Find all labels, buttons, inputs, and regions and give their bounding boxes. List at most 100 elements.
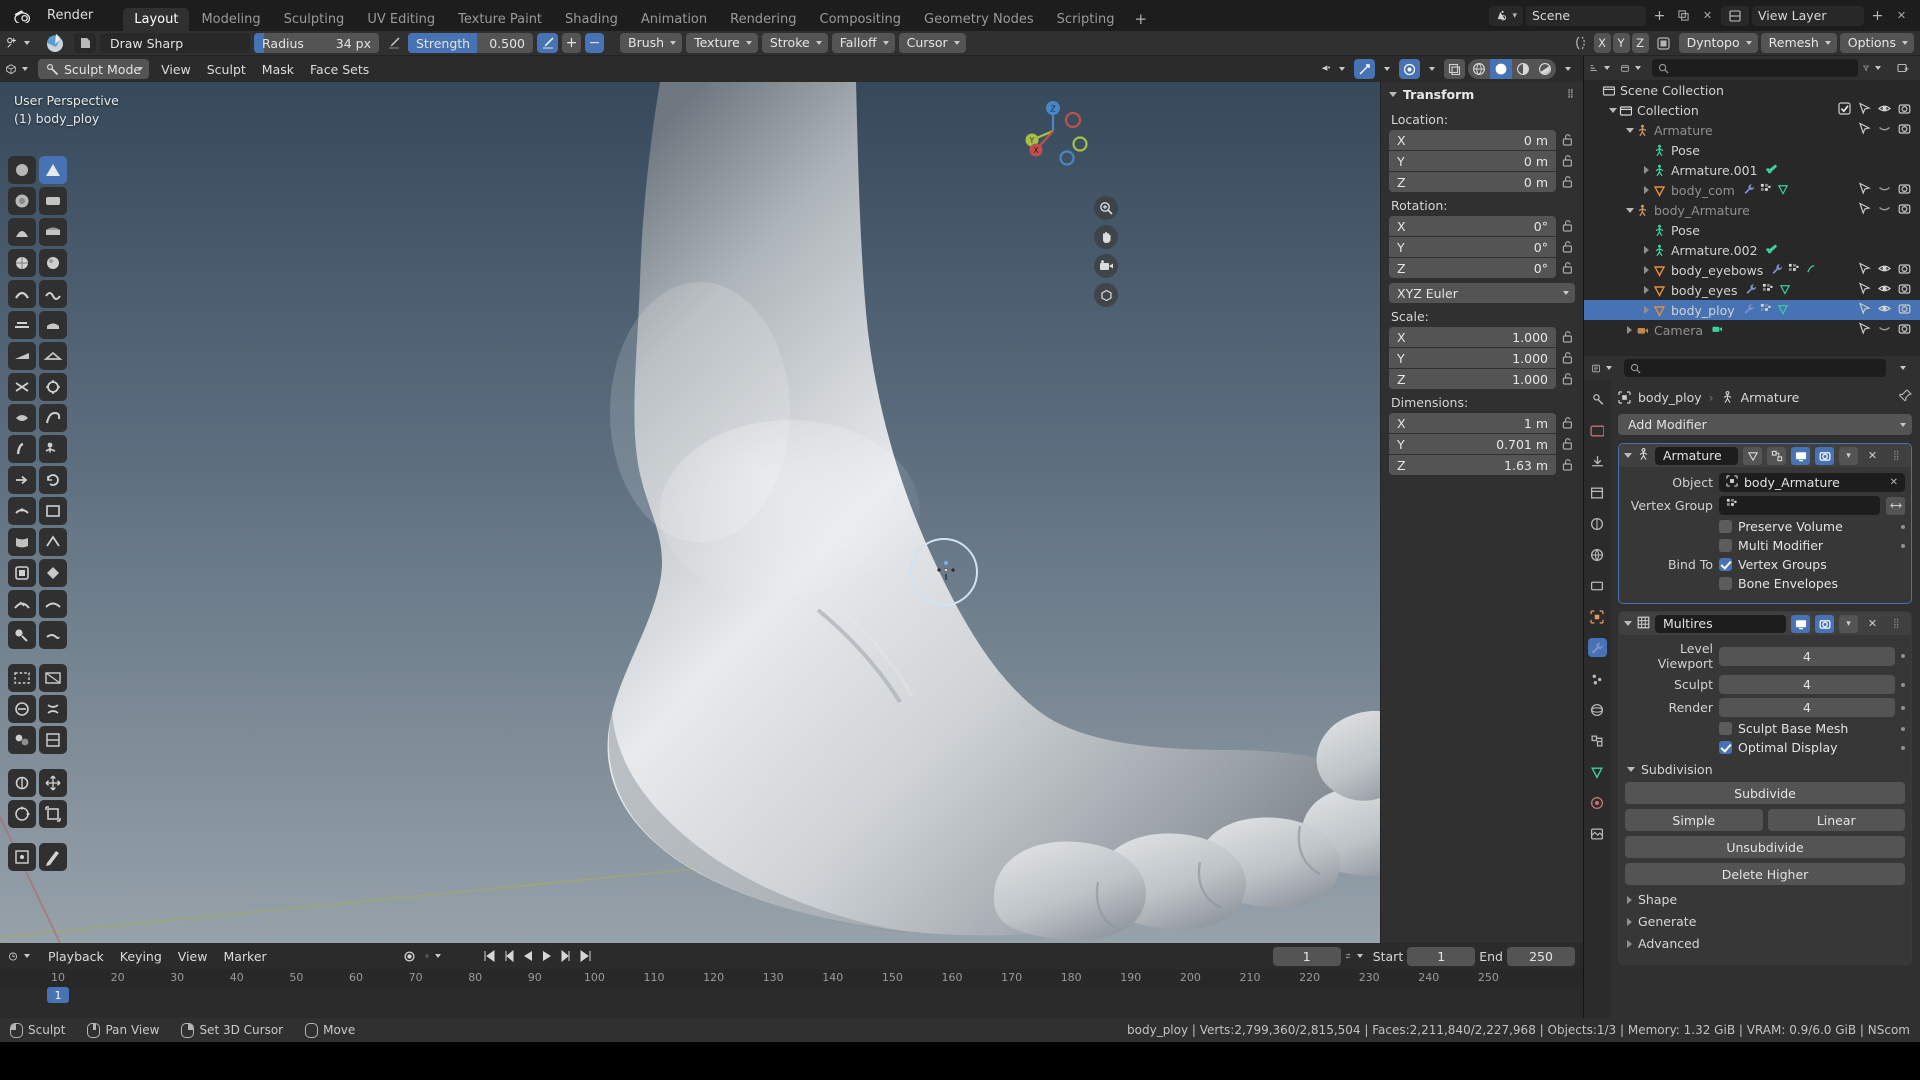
camera-icon[interactable] [1898, 322, 1911, 338]
tool-snake-hook[interactable] [39, 404, 67, 432]
breadcrumb-modifier-name[interactable]: Armature [1741, 390, 1800, 405]
view-layer-selector[interactable] [1721, 5, 1749, 26]
cursor-select-icon[interactable] [1858, 302, 1871, 318]
render-display-icon[interactable] [1815, 446, 1834, 465]
blender-logo-icon[interactable] [10, 6, 36, 26]
tool-draw-face-sets[interactable] [39, 559, 67, 587]
remesh-popover[interactable]: Remesh [1760, 33, 1837, 53]
shapekey-icon[interactable] [1805, 263, 1817, 278]
location-z-field[interactable]: Z 0 m [1389, 172, 1556, 192]
outliner-row[interactable]: Armature.002 [1584, 240, 1920, 260]
timeline-ruler[interactable]: 10 20 30 40 50 60 70 80 90 100 110 120 130 140 150 160 1… [0, 969, 1583, 989]
eye-closed-icon[interactable] [1878, 182, 1891, 198]
brush-strength-slider[interactable]: Strength 0.500 [408, 33, 533, 53]
unlocked-padlock-icon[interactable] [1561, 372, 1575, 386]
tab-rendering[interactable]: Rendering [719, 8, 807, 31]
properties-tab-texture-tab[interactable] [1588, 824, 1607, 843]
proportional-falloff-dropdown[interactable] [1423, 59, 1441, 79]
snap-magnet-icon[interactable] [1354, 59, 1375, 79]
viewport-menu-view[interactable]: View [153, 60, 199, 79]
animate-property-dot[interactable] [1901, 524, 1905, 529]
transform-panel-header[interactable]: Transform ⣿ [1381, 82, 1583, 106]
modifier-wrench-icon[interactable] [1743, 303, 1755, 318]
realtime-display-icon[interactable] [1791, 446, 1810, 465]
tool-fill[interactable] [39, 311, 67, 339]
tab-texture-paint[interactable]: Texture Paint [447, 8, 553, 31]
tool-blob[interactable] [39, 249, 67, 277]
field-vertex-group-selector[interactable] [1719, 496, 1880, 515]
auto-keying-record-icon[interactable] [399, 946, 420, 966]
pan-hand-icon[interactable] [1094, 225, 1118, 249]
properties-tab-modifier-tab[interactable] [1587, 638, 1607, 657]
dyntopo-popover[interactable]: Dyntopo [1678, 33, 1758, 53]
properties-tab-constraints-tab[interactable] [1588, 731, 1607, 750]
outliner-row[interactable]: body_Armature [1584, 200, 1920, 220]
tool-rotate-gizmo[interactable] [8, 800, 36, 828]
tool-smooth[interactable] [39, 280, 67, 308]
wireframe-shading-icon[interactable] [1468, 59, 1490, 79]
camera-icon[interactable] [1898, 202, 1911, 218]
tool-grab[interactable] [39, 373, 67, 401]
add-workspace-button[interactable]: + [1126, 8, 1155, 31]
tool-flatten[interactable] [8, 311, 36, 339]
timeline-editor-icon[interactable] [8, 946, 36, 966]
properties-search-input[interactable] [1624, 359, 1886, 377]
modifier-wrench-icon[interactable] [1745, 283, 1757, 298]
properties-tab-collection-tab[interactable] [1588, 576, 1607, 595]
modifier-extras-dropdown[interactable]: ▾ [1839, 446, 1858, 465]
animate-property-dot[interactable] [1901, 705, 1905, 710]
modifier-header[interactable]: Armature ▾ ✕ ⣿ [1619, 444, 1911, 467]
tool-multires-displacement-eraser[interactable] [8, 590, 36, 618]
tool-clay-strips[interactable] [39, 187, 67, 215]
button-delete-higher[interactable]: Delete Higher [1625, 863, 1905, 885]
outliner-row[interactable]: body_com [1584, 180, 1920, 200]
outliner-row[interactable]: Camera [1584, 320, 1920, 340]
field-number-sculpt[interactable]: 4 [1719, 675, 1895, 694]
popover-brush[interactable]: Brush [620, 33, 683, 53]
outliner-row[interactable]: Armature [1584, 120, 1920, 140]
tab-scripting[interactable]: Scripting [1046, 8, 1126, 31]
location-x-field[interactable]: X 0 m [1389, 130, 1556, 150]
timeline-editor[interactable]: Playback Keying View Marker 1 Start 1 En… [0, 943, 1583, 1018]
camera-icon[interactable] [1898, 262, 1911, 278]
x-icon[interactable]: ✕ [1890, 477, 1898, 488]
properties-tab-output-tab[interactable] [1588, 452, 1607, 471]
properties-tab-render-tab[interactable] [1588, 421, 1607, 440]
brush-direction-subtract-button[interactable]: − [585, 33, 604, 53]
disclosure-open[interactable] [1624, 127, 1635, 133]
field-number-level-viewport[interactable]: 4 [1719, 646, 1895, 666]
tool-clay[interactable] [8, 187, 36, 215]
vertex-group-icon[interactable] [1760, 303, 1772, 318]
animate-property-dot[interactable] [1901, 682, 1905, 687]
vertex-group-icon[interactable] [1760, 183, 1772, 198]
timeline-track[interactable] [0, 989, 1583, 1018]
tool-layer[interactable] [39, 218, 67, 246]
properties-tab-scene-tab[interactable] [1588, 514, 1607, 533]
tool-pose[interactable] [39, 435, 67, 463]
shading-options-dropdown[interactable] [1559, 59, 1577, 79]
checkbox-box[interactable] [1719, 577, 1732, 590]
sync-icon[interactable] [1345, 946, 1369, 966]
snap-options-dropdown[interactable] [1378, 59, 1396, 79]
symmetry-axis-y[interactable]: Y [1612, 33, 1630, 53]
add-modifier-button[interactable]: Add Modifier [1618, 414, 1912, 435]
unlocked-padlock-icon[interactable] [1561, 261, 1575, 275]
tool-annotate[interactable] [39, 843, 67, 871]
tool-smear[interactable] [39, 621, 67, 649]
display-mode-icon[interactable] [1621, 58, 1647, 78]
material-preview-shading-icon[interactable] [1512, 59, 1534, 79]
field-checkbox[interactable]: Optimal Display [1719, 740, 1838, 755]
modifier-name-field[interactable]: Multires [1655, 614, 1786, 633]
eye-closed-icon[interactable] [1878, 122, 1891, 138]
navigation-gizmo[interactable]: Z Y X [1018, 96, 1088, 166]
end-frame-field[interactable]: 250 [1507, 946, 1575, 966]
disclosure-open[interactable] [1624, 207, 1635, 213]
disclosure-closed[interactable] [1641, 166, 1652, 174]
vertex-group-icon[interactable] [1788, 263, 1800, 278]
tool-inflate[interactable] [8, 249, 36, 277]
field-number-render[interactable]: 4 [1719, 698, 1895, 717]
popover-cursor[interactable]: Cursor [898, 33, 966, 53]
strength-pressure-icon[interactable] [537, 33, 558, 53]
eye-closed-icon[interactable] [1878, 322, 1891, 338]
viewport-menu-mask[interactable]: Mask [254, 60, 302, 79]
